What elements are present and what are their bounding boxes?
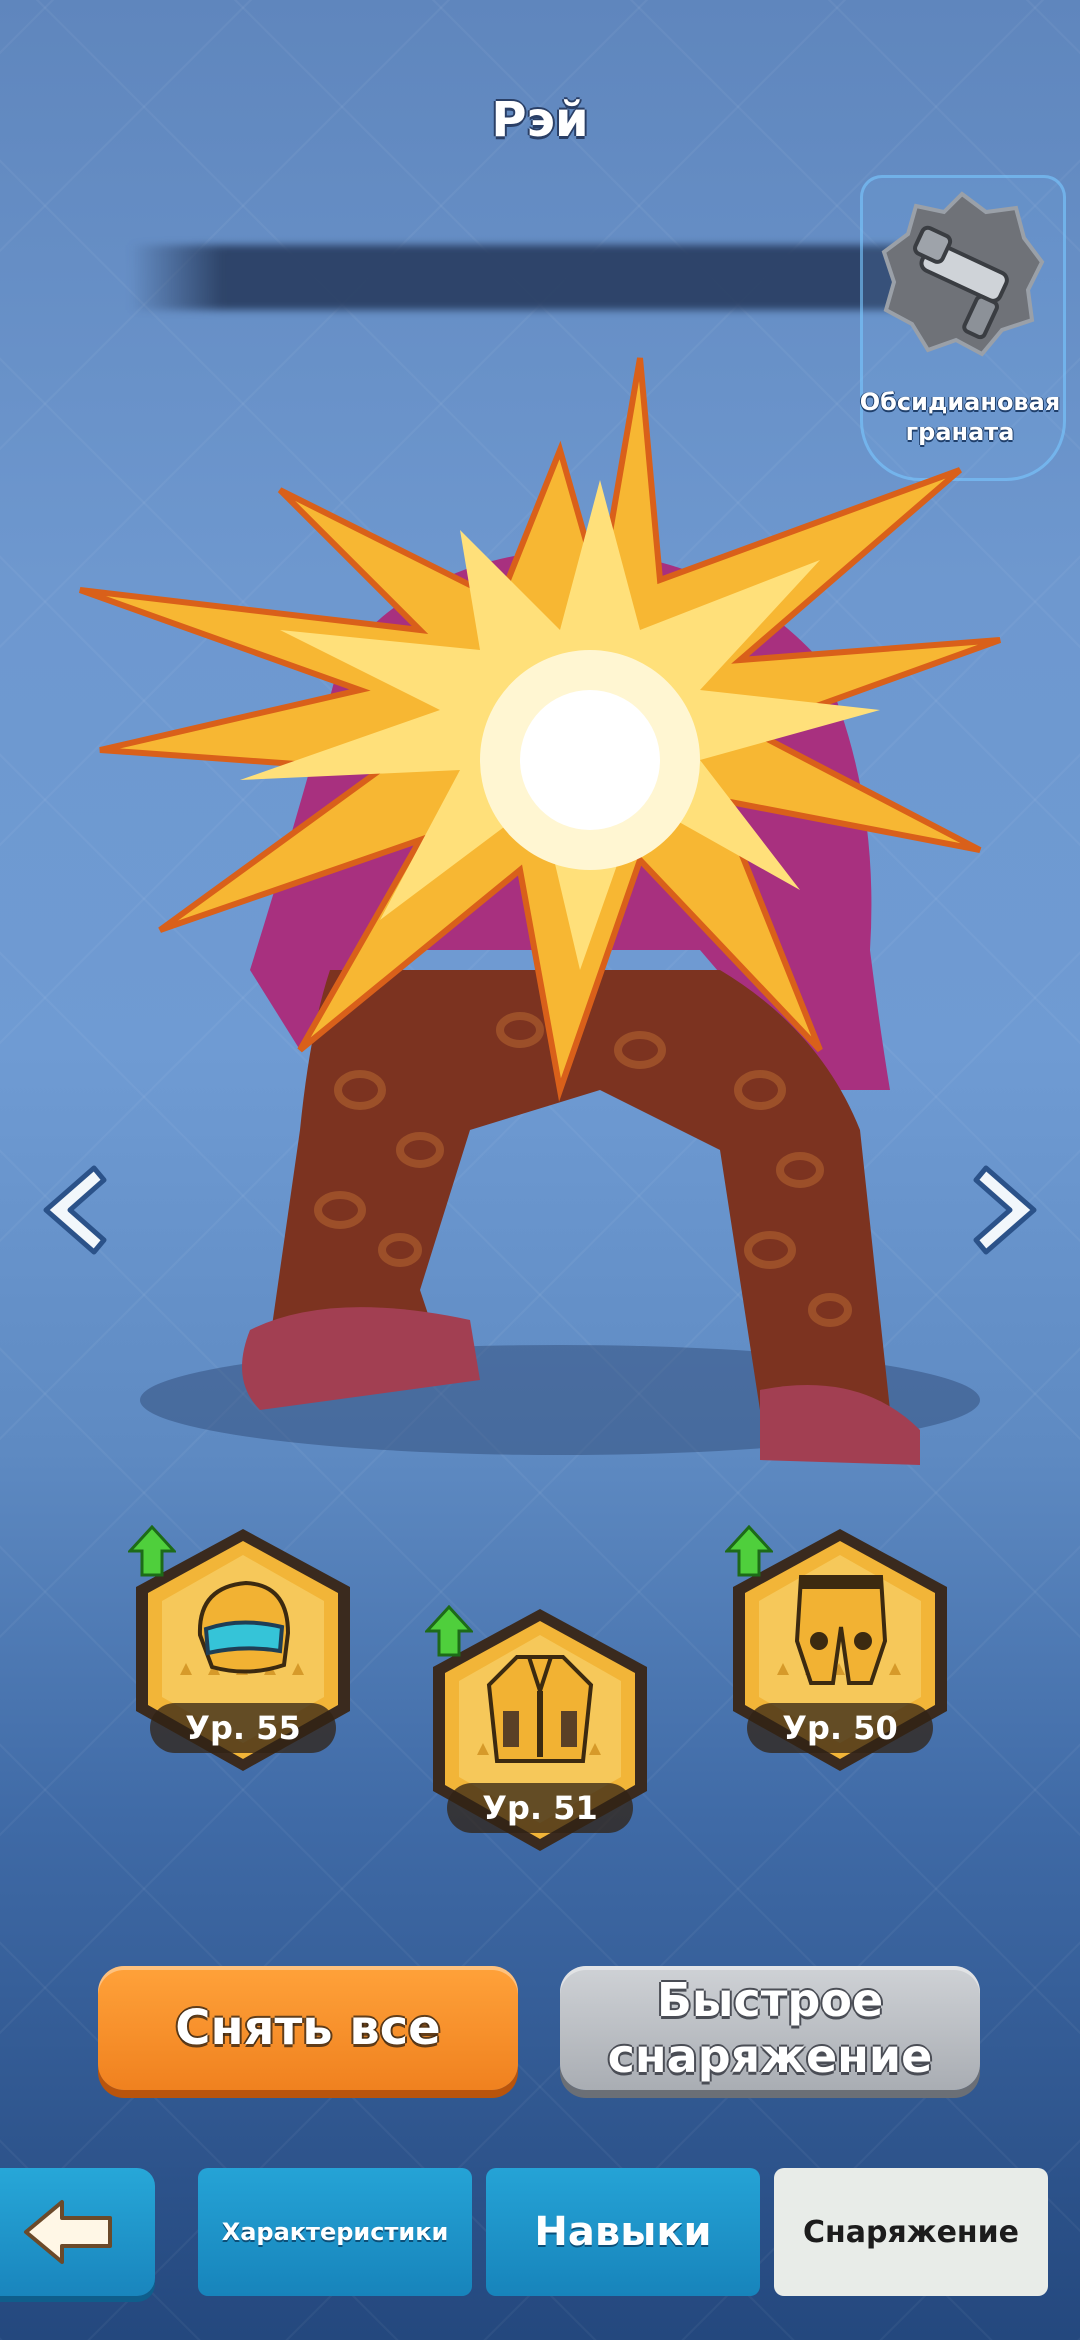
upgrade-arrow-icon xyxy=(425,1605,473,1657)
back-button[interactable] xyxy=(0,2168,155,2296)
gear-slot-pants[interactable]: Ур. 50 xyxy=(725,1525,955,1775)
tab-skills-label: Навыки xyxy=(534,2209,712,2255)
header-band xyxy=(130,245,900,310)
unequip-all-button[interactable]: Снять все xyxy=(98,1966,518,2090)
upgrade-arrow-icon xyxy=(128,1525,176,1577)
gear-slot-helmet[interactable]: Ур. 55 xyxy=(128,1525,358,1775)
next-character-arrow[interactable] xyxy=(968,1160,1048,1260)
quick-equip-label-line2: снаряжение xyxy=(607,2029,933,2083)
gear-level-helmet: Ур. 55 xyxy=(150,1703,336,1753)
pants-icon xyxy=(794,1575,888,1685)
quick-equip-label-line1: Быстрое xyxy=(656,1973,884,2027)
gear-level-pants: Ур. 50 xyxy=(747,1703,933,1753)
quick-equip-button[interactable]: Быстрое снаряжение xyxy=(560,1966,980,2090)
back-arrow-icon xyxy=(24,2200,112,2264)
character-name: Рэй xyxy=(491,92,589,148)
tab-equipment-label: Снаряжение xyxy=(802,2214,1020,2250)
gear-level-jacket: Ур. 51 xyxy=(447,1783,633,1833)
gear-slot-jacket[interactable]: Ур. 51 xyxy=(425,1605,655,1855)
unequip-all-label: Снять все xyxy=(175,2000,441,2056)
character-scene xyxy=(78,357,1002,1465)
tab-stats[interactable]: Характеристики xyxy=(198,2168,472,2296)
tab-skills[interactable]: Навыки xyxy=(486,2168,760,2296)
upgrade-arrow-icon xyxy=(725,1525,773,1577)
tab-stats-label: Характеристики xyxy=(221,2218,449,2246)
helmet-icon xyxy=(197,1580,291,1674)
previous-character-arrow[interactable] xyxy=(32,1160,112,1260)
tab-equipment[interactable]: Снаряжение xyxy=(774,2168,1048,2296)
jacket-icon xyxy=(486,1655,594,1763)
